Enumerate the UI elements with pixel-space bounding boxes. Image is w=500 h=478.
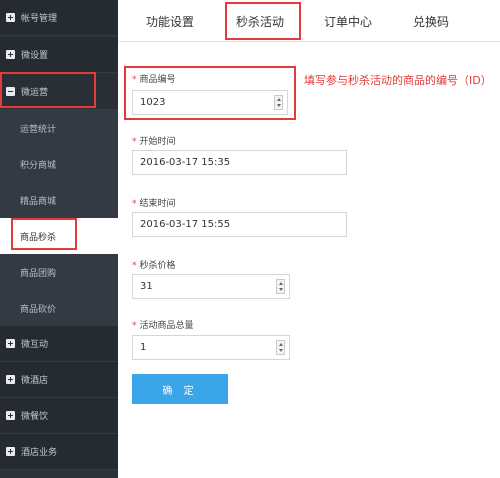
confirm-button[interactable]: 确 定: [132, 374, 228, 404]
annotation-box-menu: [0, 72, 96, 108]
sidebar-item-boutique-mall[interactable]: 精品商城: [0, 182, 118, 218]
sidebar-item-label: 微互动: [21, 340, 49, 350]
sidebar-item-label: 运营统计: [20, 124, 57, 135]
price-stepper[interactable]: [276, 279, 285, 294]
start-time-label: * 开始时间: [132, 137, 176, 147]
sidebar-item-label: 微酒店: [21, 376, 49, 386]
square-plus-icon: [6, 13, 15, 22]
sidebar-item-micro-interaction[interactable]: 微互动: [0, 326, 118, 362]
sidebar-item-group-buy[interactable]: 商品团购: [0, 254, 118, 290]
sidebar-item-hotel-business[interactable]: 酒店业务: [0, 434, 118, 470]
stepper-down-icon: [278, 288, 283, 292]
quantity-label: * 活动商品总量: [132, 321, 194, 331]
quantity-stepper[interactable]: [276, 340, 285, 355]
annotation-box-submenu: [11, 218, 77, 250]
annotation-box-field: [124, 66, 296, 120]
start-time-input[interactable]: 2016-03-17 15:35: [132, 150, 347, 175]
tab-redeem-code[interactable]: 兑换码: [398, 0, 464, 42]
sidebar-item-micro-settings[interactable]: 微设置: [0, 37, 118, 73]
price-input[interactable]: 31: [132, 274, 290, 299]
sidebar-item-operation-stats[interactable]: 运营统计: [0, 110, 118, 146]
annotation-box-tab: [225, 2, 301, 40]
square-plus-icon: [6, 50, 15, 59]
sidebar-item-micro-hotel[interactable]: 微酒店: [0, 362, 118, 398]
sidebar-item-points-mall[interactable]: 积分商城: [0, 146, 118, 182]
tab-order-center[interactable]: 订单中心: [310, 0, 386, 42]
stepper-down-icon: [278, 349, 283, 353]
sidebar-item-label: 积分商城: [20, 160, 57, 171]
square-plus-icon: [6, 411, 15, 420]
sidebar-item-label: 酒店业务: [21, 448, 58, 458]
end-time-input[interactable]: 2016-03-17 15:55: [132, 212, 347, 237]
stepper-up-icon: [278, 281, 283, 285]
quantity-input[interactable]: 1: [132, 335, 290, 360]
end-time-label: * 结束时间: [132, 199, 176, 209]
sidebar-item-micro-dining[interactable]: 微餐饮: [0, 398, 118, 434]
sidebar-item-label: 精品商城: [20, 196, 57, 207]
annotation-note: 填写参与秒杀活动的商品的编号（ID）: [304, 74, 492, 87]
sidebar-item-label: 微餐饮: [21, 412, 49, 422]
stepper-up-icon: [278, 342, 283, 346]
sidebar-item-label: 微设置: [21, 51, 49, 61]
square-plus-icon: [6, 447, 15, 456]
sidebar-item-label: 商品砍价: [20, 304, 57, 315]
sidebar-item-label: 帐号管理: [21, 14, 58, 24]
tab-bar: 功能设置 秒杀活动 订单中心 兑换码: [118, 0, 500, 42]
sidebar-item-account[interactable]: 帐号管理: [0, 0, 118, 36]
sidebar-item-bargain[interactable]: 商品砍价: [0, 290, 118, 326]
square-plus-icon: [6, 375, 15, 384]
tab-feature-settings[interactable]: 功能设置: [132, 0, 208, 42]
price-label: * 秒杀价格: [132, 261, 176, 271]
square-plus-icon: [6, 339, 15, 348]
sidebar-item-label: 商品团购: [20, 268, 57, 279]
